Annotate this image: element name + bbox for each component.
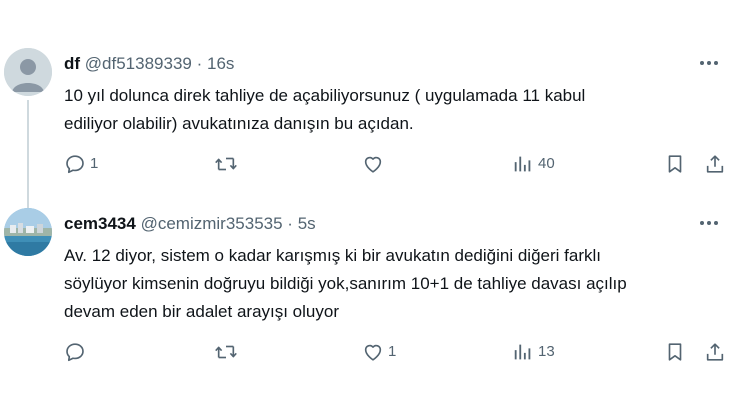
separator: · — [196, 54, 203, 73]
tweet-text: 10 yıl dolunca direk tahliye de açabiliy… — [64, 82, 714, 138]
avatar[interactable] — [4, 208, 52, 256]
retweet-icon — [215, 345, 237, 359]
default-avatar-icon — [4, 48, 52, 96]
heart-icon — [364, 344, 382, 361]
bookmark-button[interactable] — [664, 151, 686, 177]
like-button[interactable] — [362, 151, 388, 177]
bookmark-icon — [668, 155, 682, 173]
more-options-icon[interactable] — [698, 52, 720, 74]
timestamp[interactable]: 16s — [207, 54, 234, 73]
heart-icon — [364, 156, 382, 173]
tweet-header: df @df51389339 · 16s — [64, 53, 234, 75]
tweet-text-line: söylüyor kimsenin doğruyu bildiği yok,sa… — [64, 274, 627, 293]
reply-button[interactable]: 1 — [64, 151, 98, 177]
tweet-text-line: 10 yıl dolunca direk tahliye de açabiliy… — [64, 86, 586, 105]
view-count: 13 — [538, 343, 555, 360]
tweet[interactable]: df @df51389339 · 16s 10 yıl dolunca dire… — [0, 40, 730, 240]
like-button[interactable]: 1 — [362, 339, 396, 365]
retweet-button[interactable] — [214, 339, 242, 365]
separator: · — [287, 214, 293, 233]
share-icon — [706, 343, 724, 361]
bookmark-button[interactable] — [664, 339, 686, 365]
views-button[interactable]: 13 — [512, 339, 555, 365]
handle[interactable]: @df51389339 — [85, 54, 192, 73]
share-icon — [706, 155, 724, 173]
bookmark-icon — [668, 343, 682, 361]
like-count: 1 — [388, 343, 397, 360]
reply-icon — [66, 155, 84, 174]
action-bar: 1 13 — [64, 339, 730, 365]
views-button[interactable]: 40 — [512, 151, 555, 177]
views-chart-icon — [514, 156, 531, 172]
more-options-icon[interactable] — [698, 212, 720, 234]
reply-icon — [66, 343, 84, 362]
tweet-text: Av. 12 diyor, sistem o kadar karışmış ki… — [64, 242, 714, 326]
tweet-header: cem3434 @cemizmir353535 · 5s — [64, 213, 316, 235]
handle[interactable]: @cemizmir353535 — [141, 214, 283, 233]
views-chart-icon — [514, 344, 531, 360]
reply-button[interactable] — [64, 339, 90, 365]
display-name[interactable]: cem3434 — [64, 214, 136, 233]
reply-count: 1 — [90, 155, 99, 172]
tweet-text-line: devam eden bir adalet arayışı oluyor — [64, 302, 339, 321]
seaside-city-photo — [4, 208, 52, 256]
tweet-text-line: Av. 12 diyor, sistem o kadar karışmış ki… — [64, 246, 601, 265]
action-bar: 1 40 — [64, 151, 730, 177]
retweet-icon — [215, 157, 237, 171]
tweet[interactable]: cem3434 @cemizmir353535 · 5s Av. 12 diyo… — [0, 200, 730, 380]
view-count: 40 — [538, 155, 555, 172]
retweet-button[interactable] — [214, 151, 242, 177]
tweet-text-line: ediliyor olabilir) avukatınıza danışın b… — [64, 114, 414, 133]
share-button[interactable] — [704, 339, 726, 365]
avatar[interactable] — [4, 48, 52, 96]
share-button[interactable] — [704, 151, 726, 177]
display-name[interactable]: df — [64, 54, 80, 73]
timestamp[interactable]: 5s — [298, 214, 316, 233]
